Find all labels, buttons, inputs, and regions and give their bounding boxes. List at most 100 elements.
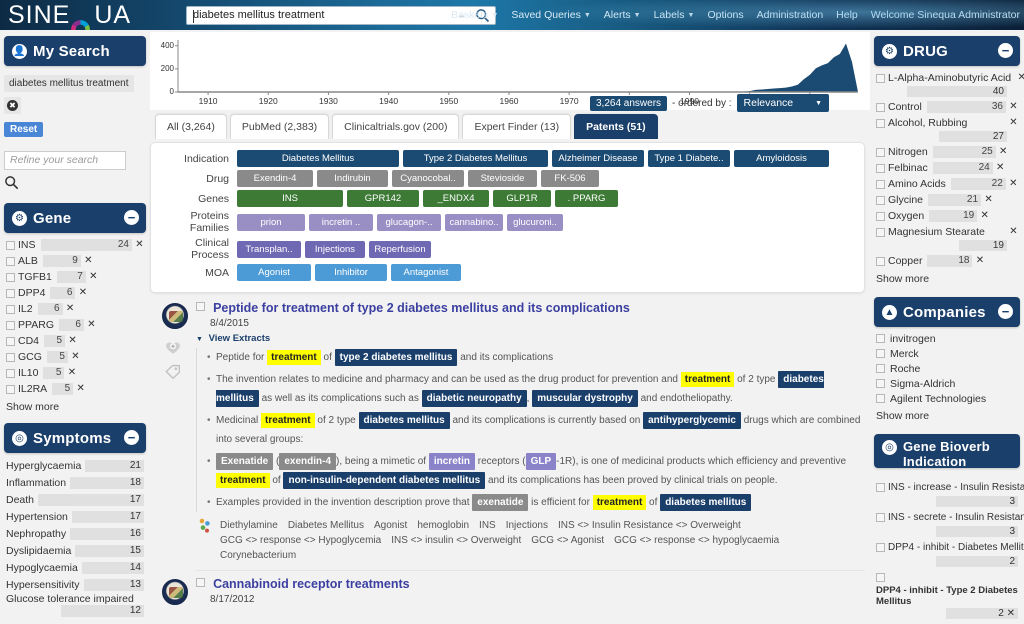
facet-row[interactable]: Glucose tolerance impaired 12 xyxy=(6,593,144,617)
gene-show-more[interactable]: Show more xyxy=(4,399,146,413)
facet-tag[interactable]: GLP1R xyxy=(493,190,551,207)
facet-checkbox[interactable] xyxy=(876,364,885,373)
facet-exclude-icon[interactable]: ✕ xyxy=(67,368,76,378)
facet-row[interactable]: Dyslipidaemia 15 xyxy=(6,542,144,559)
facet-checkbox[interactable] xyxy=(6,368,15,378)
facet-row[interactable]: Roche xyxy=(876,361,1018,376)
facet-row[interactable]: TGFB1 7 ✕ xyxy=(6,269,144,285)
facet-row[interactable]: IL10 5 ✕ xyxy=(6,365,144,381)
entity-tag[interactable]: INS <> Insulin Resistance <> Overweight xyxy=(558,520,741,531)
facet-checkbox[interactable] xyxy=(876,195,885,205)
facet-exclude-icon[interactable]: ✕ xyxy=(975,256,984,266)
facet-row[interactable]: DPP4 6 ✕ xyxy=(6,285,144,301)
facet-tag[interactable]: Antagonist xyxy=(391,264,461,281)
facet-exclude-icon[interactable]: ✕ xyxy=(87,320,96,330)
facet-checkbox[interactable] xyxy=(876,513,885,522)
facet-row[interactable]: invitrogen xyxy=(876,331,1018,346)
facet-checkbox[interactable] xyxy=(876,379,885,388)
facet-row[interactable]: Copper 18 ✕ xyxy=(876,253,1018,269)
facet-row[interactable]: Nitrogen 25 ✕ xyxy=(876,144,1018,160)
facet-exclude-icon[interactable]: ✕ xyxy=(1009,227,1018,237)
facet-tag[interactable]: Amyloidosis xyxy=(734,150,829,167)
facet-row[interactable]: INS - increase - Insulin Resistance✕3 xyxy=(876,480,1024,507)
drug-panel-header[interactable]: ⚙ DRUG − xyxy=(874,36,1020,66)
search-input[interactable]: diabetes mellitus treatment xyxy=(187,7,455,24)
facet-row[interactable]: Hypoglycaemia 14 xyxy=(6,559,144,576)
facet-row[interactable]: Hypersensitivity 13 xyxy=(6,576,144,593)
facet-tag[interactable]: Type 2 Diabetes Mellitus xyxy=(403,150,548,167)
tab-all[interactable]: All (3,264) xyxy=(155,114,227,139)
facet-checkbox[interactable] xyxy=(876,256,885,266)
sort-select[interactable]: Relevance ▼ xyxy=(736,94,830,112)
nav-item-administration[interactable]: Administration xyxy=(757,9,824,21)
welcome-user-label[interactable]: Welcome Sinequa Administrator xyxy=(871,9,1020,21)
facet-tag[interactable]: FK-506 xyxy=(541,170,599,187)
facet-checkbox[interactable] xyxy=(6,288,15,298)
drug-show-more[interactable]: Show more xyxy=(874,271,1020,285)
facet-tag[interactable]: Transplan.. xyxy=(237,240,301,258)
remove-query-button[interactable]: ✖ xyxy=(4,97,21,114)
facet-row[interactable]: Oxygen 19 ✕ xyxy=(876,208,1018,224)
nav-item-options[interactable]: Options xyxy=(707,9,743,21)
facet-row[interactable]: INS 24 ✕ xyxy=(6,237,144,253)
facet-exclude-icon[interactable]: ✕ xyxy=(1017,73,1024,83)
facet-checkbox[interactable] xyxy=(876,349,885,358)
facet-exclude-icon[interactable]: ✕ xyxy=(78,288,87,298)
facet-row[interactable]: Magnesium Stearate ✕ 19 xyxy=(876,224,1018,253)
facet-checkbox[interactable] xyxy=(876,163,885,173)
facet-checkbox[interactable] xyxy=(876,543,885,552)
facet-exclude-icon[interactable]: ✕ xyxy=(984,195,993,205)
facet-tag[interactable]: . PPARG xyxy=(555,190,618,207)
facet-checkbox[interactable] xyxy=(876,573,885,582)
facet-row[interactable]: Glycine 21 ✕ xyxy=(876,192,1018,208)
facet-checkbox[interactable] xyxy=(6,336,15,346)
facet-exclude-icon[interactable]: ✕ xyxy=(999,147,1008,157)
facet-tag[interactable]: prion xyxy=(237,213,305,231)
tab-pubmed[interactable]: PubMed (2,383) xyxy=(229,114,330,139)
facet-checkbox[interactable] xyxy=(876,179,885,189)
facet-row[interactable]: Death 17 xyxy=(6,491,144,508)
result-checkbox[interactable] xyxy=(196,302,205,311)
facet-exclude-icon[interactable]: ✕ xyxy=(76,384,85,394)
facet-row[interactable]: Agilent Technologies xyxy=(876,391,1018,406)
facet-tag[interactable]: glucuroni.. xyxy=(507,213,563,231)
collapse-icon[interactable]: − xyxy=(124,430,139,445)
entity-tag[interactable]: hemoglobin xyxy=(417,520,469,531)
nav-item-saved-queries[interactable]: Saved Queries ▼ xyxy=(511,9,590,21)
entity-tag[interactable]: Agonist xyxy=(374,520,407,531)
facet-row[interactable]: Hypertension 17 xyxy=(6,508,144,525)
facet-checkbox[interactable] xyxy=(876,102,885,112)
nav-item-help[interactable]: Help xyxy=(836,9,858,21)
facet-checkbox[interactable] xyxy=(6,352,15,362)
facet-row[interactable]: L-Alpha-Aminobutyric Acid ✕ 40 xyxy=(876,70,1024,99)
add-to-basket-icon[interactable] xyxy=(164,339,182,357)
facet-row[interactable]: IL2 6 ✕ xyxy=(6,301,144,317)
facet-checkbox[interactable] xyxy=(876,483,885,492)
facet-tag[interactable]: Reperfusion xyxy=(369,240,431,258)
refine-search-button[interactable] xyxy=(4,173,26,191)
facet-row[interactable]: Felbinac 24 ✕ xyxy=(876,160,1018,176)
entity-tag[interactable]: GCG <> response <> Hypoglycemia xyxy=(220,535,381,546)
tab-patents[interactable]: Patents (51) xyxy=(574,114,658,139)
facet-checkbox[interactable] xyxy=(876,227,885,237)
facet-tag[interactable]: Exendin-4 xyxy=(237,170,313,187)
active-query-chip[interactable]: diabetes mellitus treatment xyxy=(4,75,134,92)
result-title[interactable]: Cannabinoid receptor treatments xyxy=(213,577,410,591)
gene-panel-header[interactable]: ⚙ Gene − xyxy=(4,203,146,233)
facet-tag[interactable]: Diabetes Mellitus xyxy=(237,150,399,167)
tab-clinicaltrialsgov[interactable]: Clinicaltrials.gov (200) xyxy=(332,114,460,139)
facet-tag[interactable]: incretin .. xyxy=(309,213,373,231)
companies-show-more[interactable]: Show more xyxy=(874,408,1020,422)
facet-row[interactable]: IL2RA 5 ✕ xyxy=(6,381,144,397)
symptoms-panel-header[interactable]: ◎ Symptoms − xyxy=(4,423,146,453)
facet-tag[interactable]: Inhibitor xyxy=(315,264,387,281)
facet-row[interactable]: PPARG 6 ✕ xyxy=(6,317,144,333)
entity-tag[interactable]: Injections xyxy=(506,520,548,531)
facet-tag[interactable]: Injections xyxy=(305,240,365,258)
tab-expert[interactable]: Expert Finder (13) xyxy=(462,114,572,139)
facet-row[interactable]: CD4 5 ✕ xyxy=(6,333,144,349)
facet-checkbox[interactable] xyxy=(6,240,15,250)
entity-tag[interactable]: GCG <> Agonist xyxy=(531,535,604,546)
view-extracts-toggle[interactable]: ▼ View Extracts xyxy=(196,333,865,344)
my-search-panel-header[interactable]: 👤 My Search xyxy=(4,36,146,66)
